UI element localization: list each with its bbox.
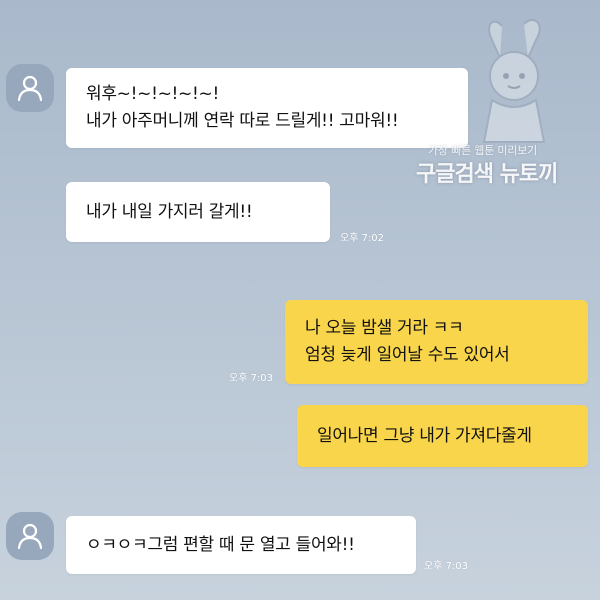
message-text-line: 엄청 늦게 일어날 수도 있어서 <box>305 345 510 365</box>
avatar[interactable] <box>6 64 54 112</box>
message-timestamp: 오후 7:02 <box>340 233 385 244</box>
avatar[interactable] <box>6 512 54 560</box>
person-icon <box>17 75 43 102</box>
message-text-line: 일어나면 그냥 내가 가져다줄게 <box>317 425 532 446</box>
chat-area: 워후~!~!~!~!~! 내가 아주머니께 연락 따로 드릴게!! 고마워!! … <box>0 0 600 600</box>
message-text-line: 내가 아주머니께 연락 따로 드릴게!! 고마워!! <box>86 111 399 131</box>
message-text-line: 워후~!~!~!~!~! <box>86 84 219 104</box>
message-timestamp: 오후 7:03 <box>229 373 274 384</box>
message-bubble-incoming[interactable]: 내가 내일 가지러 갈게!! <box>66 182 330 242</box>
person-icon <box>17 523 43 550</box>
message-bubble-outgoing[interactable]: 나 오늘 밤샐 거라 ㅋㅋ 엄청 늦게 일어날 수도 있어서 <box>285 300 588 384</box>
message-bubble-incoming[interactable]: ㅇㅋㅇㅋ그럼 편할 때 문 열고 들어와!! <box>66 516 416 574</box>
message-bubble-incoming[interactable]: 워후~!~!~!~!~! 내가 아주머니께 연락 따로 드릴게!! 고마워!! <box>66 68 468 148</box>
message-text-line: ㅇㅋㅇㅋ그럼 편할 때 문 열고 들어와!! <box>86 534 355 555</box>
message-timestamp: 오후 7:03 <box>424 561 469 572</box>
message-text-line: 나 오늘 밤샐 거라 ㅋㅋ <box>305 318 464 338</box>
message-text-line: 내가 내일 가지러 갈게!! <box>86 201 253 222</box>
message-bubble-outgoing[interactable]: 일어나면 그냥 내가 가져다줄게 <box>297 405 588 467</box>
